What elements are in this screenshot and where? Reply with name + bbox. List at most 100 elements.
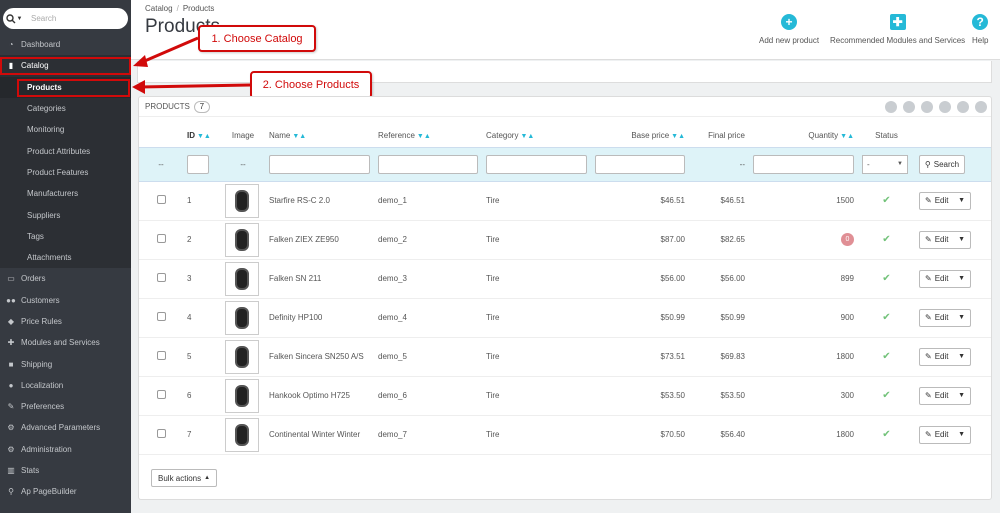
chevron-down-icon[interactable]: ▼ [958, 431, 965, 438]
table-row[interactable]: 1 Starfire RS-C 2.0 demo_1 Tire $46.51 $… [139, 181, 991, 221]
check-icon[interactable]: ✔ [882, 351, 890, 362]
tire-image [235, 384, 249, 407]
product-rows: 1 Starfire RS-C 2.0 demo_1 Tire $46.51 $… [139, 181, 991, 455]
edit-button[interactable]: ✎ Edit ▼ [919, 191, 971, 210]
filter-reference-input[interactable] [378, 154, 478, 174]
cell-reference: demo_1 [378, 196, 407, 205]
sort-arrows-icon[interactable]: ▼▲ [197, 133, 211, 140]
sort-arrows-icon[interactable]: ▼▲ [840, 133, 854, 140]
filter-name-input[interactable] [269, 154, 370, 174]
sort-arrows-icon[interactable]: ▼▲ [520, 133, 534, 140]
cell-name[interactable]: Falken SN 211 [269, 274, 321, 283]
col-label: Image [231, 131, 255, 141]
product-thumbnail [225, 300, 259, 335]
table-row[interactable]: 2 Falken ZIEX ZE950 demo_2 Tire $87.00 $… [139, 220, 991, 260]
cell-status-wrap: ✔ [858, 181, 915, 221]
row-checkbox-cell [139, 220, 183, 260]
cell-name[interactable]: Falken ZIEX ZE950 [269, 235, 339, 244]
chevron-down-icon[interactable]: ▼ [958, 236, 965, 243]
chevron-down-icon[interactable]: ▼ [958, 353, 965, 360]
cell-id: 1 [187, 196, 192, 205]
row-checkbox[interactable] [156, 273, 166, 282]
table-row[interactable]: 7 Continental Winter Winter demo_7 Tire … [139, 415, 991, 455]
chevron-down-icon[interactable]: ▼ [958, 314, 965, 321]
filter-category-cell [482, 146, 591, 182]
edit-button[interactable]: ✎ Edit ▼ [919, 269, 971, 288]
table-row[interactable]: 3 Falken SN 211 demo_3 Tire $56.00 $56.0… [139, 259, 991, 299]
table-row[interactable]: 4 Definity HP100 demo_4 Tire $50.99 $50.… [139, 298, 991, 338]
export-icon[interactable] [903, 101, 915, 113]
bulk-actions-button[interactable]: Bulk actions ▲ [151, 469, 218, 487]
row-checkbox[interactable] [156, 390, 166, 399]
cell-name[interactable]: Definity HP100 [269, 313, 322, 322]
sort-arrows-icon[interactable]: ▼▲ [417, 133, 431, 140]
cell-quantity: 1800 [836, 352, 854, 361]
check-icon[interactable]: ✔ [882, 429, 890, 440]
row-checkbox[interactable] [156, 351, 166, 360]
cell-name-wrap: Hankook Optimo H725 [265, 376, 374, 416]
sort-arrows-icon[interactable]: ▼▲ [292, 133, 306, 140]
row-checkbox[interactable] [156, 312, 166, 321]
cell-name[interactable]: Falken Sincera SN250 A/S [269, 352, 364, 361]
chevron-down-icon[interactable]: ▼ [958, 392, 965, 399]
row-checkbox[interactable] [156, 195, 166, 204]
check-icon[interactable]: ✔ [882, 390, 890, 401]
product-thumbnail [225, 417, 259, 452]
check-icon[interactable]: ✔ [882, 273, 890, 284]
cell-final-price: $56.40 [720, 430, 745, 439]
filter-status-select[interactable]: - ▼ [862, 154, 908, 174]
edit-button[interactable]: ✎ Edit ▼ [919, 230, 971, 249]
cell-name[interactable]: Hankook Optimo H725 [269, 391, 350, 400]
table-row[interactable]: 5 Falken Sincera SN250 A/S demo_5 Tire $… [139, 337, 991, 377]
col-id[interactable]: ID ▼▲ [183, 125, 221, 147]
cell-base-price-wrap: $53.50 [591, 376, 689, 416]
check-icon[interactable]: ✔ [882, 312, 890, 323]
pencil-icon: ✎ [925, 430, 932, 439]
panel-tools [885, 101, 987, 113]
product-thumbnail [225, 222, 259, 257]
filter-base-price-input[interactable] [595, 154, 685, 174]
cell-base-price-wrap: $87.00 [591, 220, 689, 260]
filter-quantity-input[interactable] [753, 154, 854, 174]
cell-reference-wrap: demo_2 [374, 220, 482, 260]
edit-button[interactable]: ✎ Edit ▼ [919, 308, 971, 327]
arrow-to-catalog [139, 36, 199, 65]
filter-select-placeholder: -- [139, 146, 183, 182]
add-icon[interactable] [885, 101, 897, 113]
cell-reference: demo_3 [378, 274, 407, 283]
filter-category-input[interactable] [486, 154, 587, 174]
tire-image [235, 189, 249, 212]
cell-final-price: $46.51 [720, 196, 745, 205]
check-icon[interactable]: ✔ [882, 195, 890, 206]
database-icon[interactable] [975, 101, 987, 113]
filter-final-price-placeholder: -- [689, 146, 749, 182]
col-category[interactable]: Category ▼▲ [482, 125, 591, 147]
sql-query-icon[interactable] [957, 101, 969, 113]
filter-id-input[interactable] [187, 154, 209, 174]
cell-name[interactable]: Starfire RS-C 2.0 [269, 196, 330, 205]
col-name[interactable]: Name ▼▲ [265, 125, 374, 147]
search-button-label: Search [933, 159, 960, 169]
row-checkbox[interactable] [156, 429, 166, 438]
check-icon[interactable]: ✔ [882, 234, 890, 245]
search-icon: ⚲ [924, 159, 931, 169]
chevron-down-icon[interactable]: ▼ [958, 275, 965, 282]
cell-quantity-wrap: 0 [749, 220, 858, 260]
row-checkbox[interactable] [156, 234, 166, 243]
edit-button[interactable]: ✎ Edit ▼ [919, 425, 971, 444]
refresh-icon[interactable] [939, 101, 951, 113]
col-quantity[interactable]: Quantity ▼▲ [749, 125, 858, 147]
edit-button[interactable]: ✎ Edit ▼ [919, 386, 971, 405]
search-button[interactable]: ⚲ Search [919, 154, 965, 174]
cell-final-price: $82.65 [720, 235, 745, 244]
col-base-price[interactable]: Base price ▼▲ [591, 125, 689, 147]
cell-name[interactable]: Continental Winter Winter [269, 430, 360, 439]
col-label: Reference [378, 131, 415, 141]
cell-final-price-wrap: $69.83 [689, 337, 749, 377]
edit-button[interactable]: ✎ Edit ▼ [919, 347, 971, 366]
cloud-upload-icon[interactable] [921, 101, 933, 113]
chevron-down-icon[interactable]: ▼ [958, 197, 965, 204]
col-reference[interactable]: Reference ▼▲ [374, 125, 482, 147]
table-row[interactable]: 6 Hankook Optimo H725 demo_6 Tire $53.50… [139, 376, 991, 416]
sort-arrows-icon[interactable]: ▼▲ [671, 133, 685, 140]
